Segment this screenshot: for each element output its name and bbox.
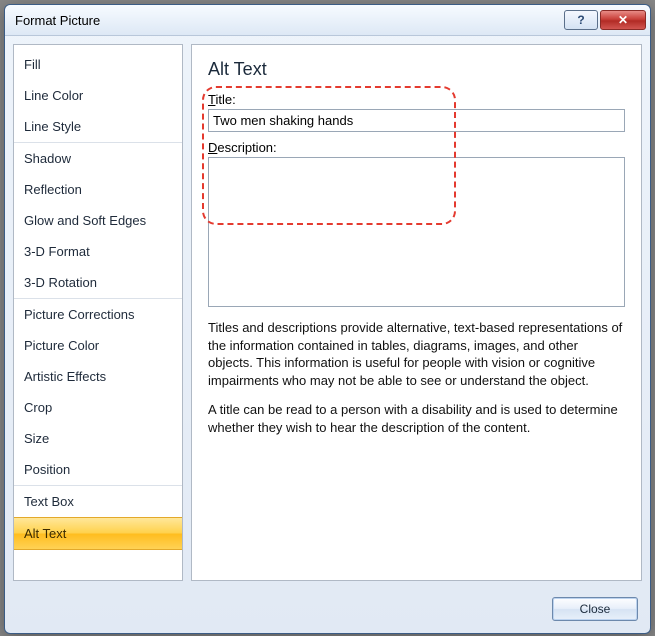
sidebar-item-artistic-effects[interactable]: Artistic Effects (14, 361, 182, 392)
window-title: Format Picture (15, 13, 562, 28)
panel-help-text: Titles and descriptions provide alternat… (208, 319, 625, 448)
sidebar-item-line-style[interactable]: Line Style (14, 111, 182, 142)
alt-text-fields: Title: Description: (208, 92, 625, 307)
sidebar-item-glow-and-soft-edges[interactable]: Glow and Soft Edges (14, 205, 182, 236)
dialog-footer: Close (5, 589, 650, 633)
sidebar-item-line-color[interactable]: Line Color (14, 80, 182, 111)
sidebar-item-text-box[interactable]: Text Box (14, 485, 182, 517)
help-paragraph-1: Titles and descriptions provide alternat… (208, 319, 625, 389)
dialog-body: FillLine ColorLine StyleShadowReflection… (5, 36, 650, 589)
window-close-button[interactable]: ✕ (600, 10, 646, 30)
close-button[interactable]: Close (552, 597, 638, 621)
title-input[interactable] (208, 109, 625, 132)
sidebar-item-3-d-format[interactable]: 3-D Format (14, 236, 182, 267)
description-label: Description: (208, 140, 625, 155)
sidebar-item-3-d-rotation[interactable]: 3-D Rotation (14, 267, 182, 298)
sidebar-item-crop[interactable]: Crop (14, 392, 182, 423)
alt-text-panel: Alt Text Title: Description: Titles and … (191, 44, 642, 581)
titlebar: Format Picture ? ✕ (5, 5, 650, 36)
sidebar-item-fill[interactable]: Fill (14, 49, 182, 80)
sidebar-item-alt-text[interactable]: Alt Text (14, 517, 182, 550)
sidebar-item-shadow[interactable]: Shadow (14, 142, 182, 174)
format-picture-dialog: Format Picture ? ✕ FillLine ColorLine St… (4, 4, 651, 634)
help-button[interactable]: ? (564, 10, 598, 30)
description-input[interactable] (208, 157, 625, 307)
sidebar-item-picture-corrections[interactable]: Picture Corrections (14, 298, 182, 330)
sidebar-item-reflection[interactable]: Reflection (14, 174, 182, 205)
sidebar-item-position[interactable]: Position (14, 454, 182, 485)
sidebar-item-size[interactable]: Size (14, 423, 182, 454)
help-paragraph-2: A title can be read to a person with a d… (208, 401, 625, 436)
title-label: Title: (208, 92, 625, 107)
category-sidebar: FillLine ColorLine StyleShadowReflection… (13, 44, 183, 581)
sidebar-item-picture-color[interactable]: Picture Color (14, 330, 182, 361)
panel-heading: Alt Text (208, 59, 625, 80)
